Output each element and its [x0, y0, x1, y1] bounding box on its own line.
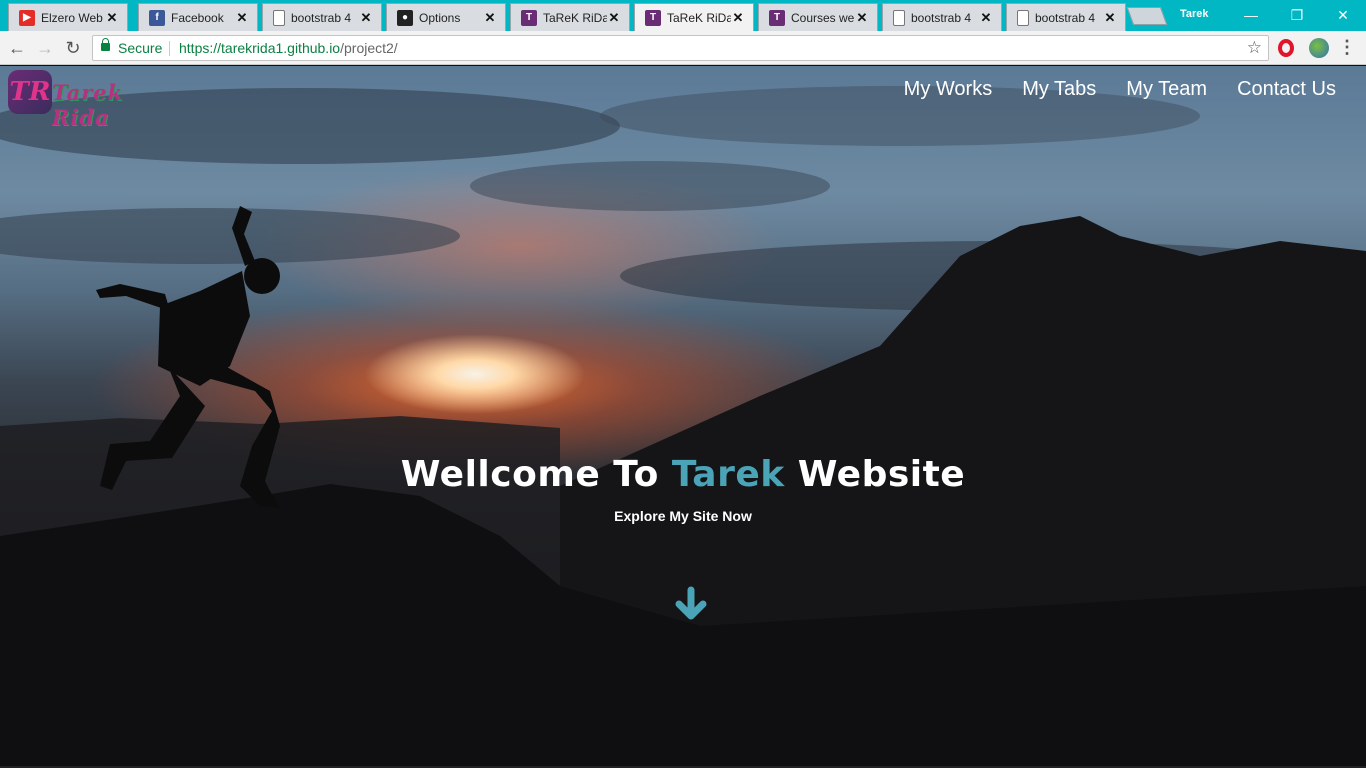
address-bar[interactable]: Secure https://tarekrida1.github.io/proj…	[92, 35, 1269, 61]
security-label: Secure	[118, 40, 163, 56]
page-icon	[893, 9, 905, 26]
reload-icon[interactable]: ↻	[62, 37, 84, 59]
facebook-icon: f	[149, 9, 165, 26]
browser-toolbar: ← → ↻ Secure https://tarekrida1.github.i…	[0, 31, 1366, 65]
hero-subtitle: Explore My Site Now	[614, 508, 752, 524]
globe-extension-icon[interactable]	[1309, 38, 1329, 58]
close-tab-icon[interactable]: ✕	[359, 10, 373, 26]
browser-tab[interactable]: ▶ Elzero Web ✕	[8, 3, 128, 31]
logo-badge-icon: TR	[8, 70, 52, 114]
nav-link-contact-us[interactable]: Contact Us	[1237, 78, 1336, 101]
url-text[interactable]: https://tarekrida1.github.io/project2/	[179, 36, 398, 60]
minimize-icon[interactable]: —	[1236, 4, 1266, 26]
tab-title: TaReK RiDa	[543, 10, 607, 25]
logo-text: Tarek Rida	[52, 80, 124, 130]
tab-title: Facebook	[171, 10, 224, 25]
site-logo-icon: T	[769, 9, 785, 26]
site-logo-icon: T	[645, 9, 661, 26]
close-tab-icon[interactable]: ✕	[979, 10, 993, 26]
browser-tab[interactable]: bootstrab 4 ✕	[262, 3, 382, 31]
close-tab-icon[interactable]: ✕	[607, 10, 621, 26]
omnibox-divider	[169, 41, 170, 56]
browser-tab[interactable]: bootstrab 4 ✕	[882, 3, 1002, 31]
nav-link-my-team[interactable]: My Team	[1126, 78, 1207, 101]
browser-tab-strip: ▶ Elzero Web ✕ f Facebook ✕ bootstrab 4 ✕ ● Optio…	[0, 0, 1366, 31]
page-icon	[273, 9, 285, 26]
close-tab-icon[interactable]: ✕	[731, 10, 745, 26]
close-tab-icon[interactable]: ✕	[105, 10, 119, 26]
youtube-icon: ▶	[19, 9, 35, 26]
close-window-icon[interactable]: ✕	[1328, 4, 1358, 26]
site-logo-icon: T	[521, 9, 537, 26]
close-tab-icon[interactable]: ✕	[235, 10, 249, 26]
tab-title: TaReK RiDa	[667, 10, 731, 25]
page-icon	[1017, 9, 1029, 26]
site-logo[interactable]: TR Tarek Rida	[8, 70, 186, 130]
profile-name[interactable]: Tarek	[1180, 8, 1209, 20]
github-icon: ●	[397, 9, 413, 26]
hero-title: Wellcome To Tarek Website	[400, 454, 966, 495]
tab-title: Courses web	[791, 10, 855, 25]
browser-tab[interactable]: f Facebook ✕	[138, 3, 258, 31]
browser-menu-icon[interactable]: ⋮	[1338, 37, 1356, 58]
browser-tab[interactable]: ● Options ✕	[386, 3, 506, 31]
close-tab-icon[interactable]: ✕	[483, 10, 497, 26]
tab-title: bootstrab 4	[1035, 10, 1096, 25]
back-icon[interactable]: ←	[6, 37, 28, 59]
close-tab-icon[interactable]: ✕	[1103, 10, 1117, 26]
site-nav: My Works My Tabs My Team Contact Us	[904, 78, 1336, 101]
bookmark-star-icon[interactable]: ☆	[1247, 36, 1262, 60]
nav-link-my-works[interactable]: My Works	[904, 78, 993, 101]
close-tab-icon[interactable]: ✕	[855, 10, 869, 26]
browser-tab[interactable]: T TaReK RiDa ✕	[510, 3, 630, 31]
tab-title: bootstrab 4	[911, 10, 972, 25]
nav-link-my-tabs[interactable]: My Tabs	[1022, 78, 1096, 101]
scroll-down-arrow-icon[interactable]	[671, 586, 711, 626]
new-tab-button[interactable]	[1126, 7, 1168, 25]
tab-title: Options	[419, 10, 461, 25]
browser-tab[interactable]: T TaReK RiDa ✕	[634, 3, 754, 31]
restore-icon[interactable]: ❐	[1282, 4, 1312, 26]
tab-title: bootstrab 4	[291, 10, 352, 25]
opera-extension-icon[interactable]	[1278, 39, 1294, 57]
browser-tab[interactable]: bootstrab 4 ✕	[1006, 3, 1126, 31]
hero-section: TR Tarek Rida My Works My Tabs My Team Cont…	[0, 66, 1366, 766]
lock-icon	[101, 38, 110, 51]
forward-icon[interactable]: →	[34, 37, 56, 59]
browser-tab[interactable]: T Courses web ✕	[758, 3, 878, 31]
tab-title: Elzero Web	[41, 10, 103, 25]
hero-background	[0, 86, 1366, 766]
